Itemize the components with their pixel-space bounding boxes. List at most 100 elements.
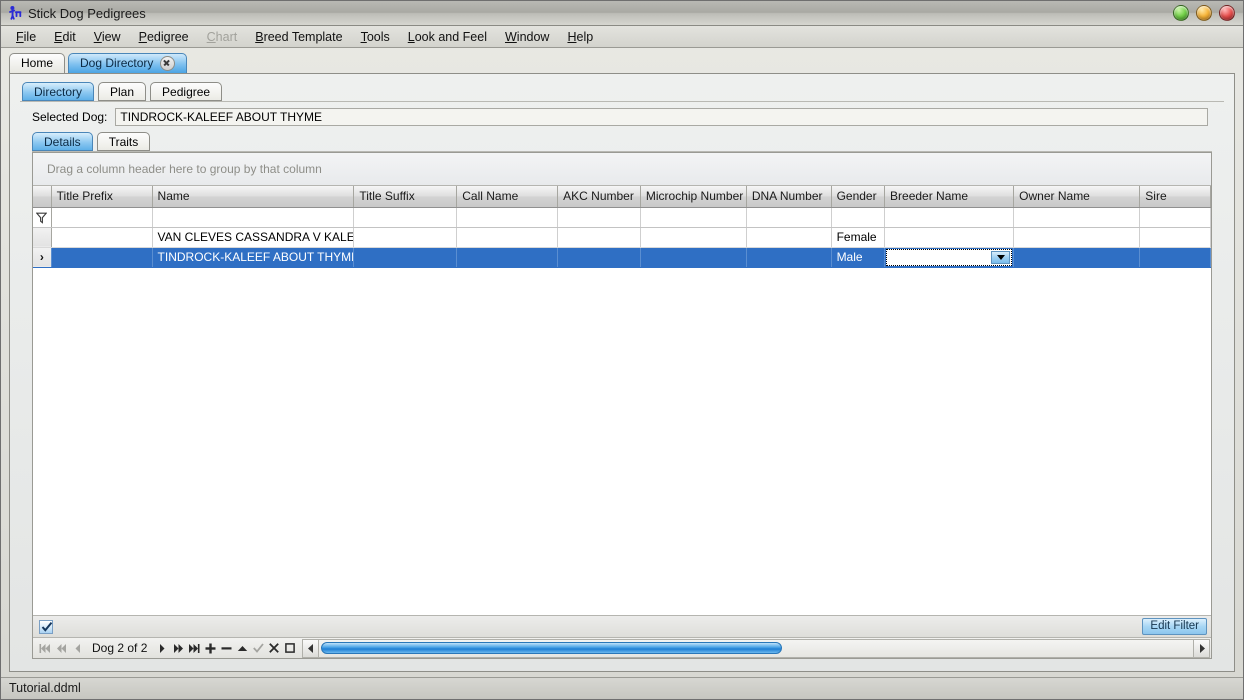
scroll-right-button[interactable] — [1193, 640, 1209, 657]
cell-gender[interactable]: Male — [831, 247, 884, 267]
menu-pedigree[interactable]: Pedigree — [130, 28, 198, 46]
column-header-title-suffix[interactable]: Title Suffix — [354, 186, 457, 207]
cell-dna-number[interactable] — [746, 247, 831, 267]
filter-cell-breeder-name[interactable] — [885, 207, 1014, 227]
cell-owner-name[interactable] — [1014, 227, 1140, 247]
breeder-name-input[interactable] — [887, 250, 991, 265]
previous-record-button — [69, 639, 85, 658]
filter-cell-sire[interactable] — [1140, 207, 1211, 227]
maximize-button[interactable] — [1196, 5, 1212, 21]
grid-indicator-header — [33, 186, 51, 207]
filter-cell-owner-name[interactable] — [1014, 207, 1140, 227]
column-header-name[interactable]: Name — [152, 186, 354, 207]
window-tab-bar: HomeDog Directory — [1, 48, 1243, 73]
cell-akc-number[interactable] — [558, 227, 641, 247]
minimize-button[interactable] — [1173, 5, 1189, 21]
close-button[interactable] — [1219, 5, 1235, 21]
table-row[interactable]: ›TINDROCK-KALEEF ABOUT THYMEMale — [33, 247, 1211, 267]
cell-call-name[interactable] — [457, 227, 558, 247]
cell-name[interactable]: VAN CLEVES CASSANDRA V KALEEF — [152, 227, 354, 247]
chevron-down-icon[interactable] — [991, 251, 1010, 264]
cell-title-prefix[interactable] — [51, 247, 152, 267]
menu-tools[interactable]: Tools — [352, 28, 399, 46]
scroll-left-button[interactable] — [303, 640, 319, 657]
next-page-button[interactable] — [170, 639, 186, 658]
column-header-title-prefix[interactable]: Title Prefix — [51, 186, 152, 207]
filter-funnel-icon[interactable] — [33, 207, 51, 227]
add-record-button[interactable] — [202, 639, 218, 658]
cell-call-name[interactable] — [457, 247, 558, 267]
cell-title-suffix[interactable] — [354, 247, 457, 267]
navigator-buttons-left: Dog 2 of 2 — [33, 639, 298, 658]
window-tab-dog-directory[interactable]: Dog Directory — [68, 53, 187, 73]
filter-cell-dna-number[interactable] — [746, 207, 831, 227]
detail-tab-traits[interactable]: Traits — [97, 132, 151, 151]
menu-edit[interactable]: Edit — [45, 28, 85, 46]
refresh-button[interactable] — [282, 639, 298, 658]
cell-microchip-number[interactable] — [640, 247, 746, 267]
view-tab-directory[interactable]: Directory — [22, 82, 94, 101]
stick-dog-icon — [6, 4, 24, 22]
close-icon[interactable] — [160, 56, 175, 71]
view-tab-pedigree[interactable]: Pedigree — [150, 82, 222, 101]
window-tab-home[interactable]: Home — [9, 53, 65, 73]
column-header-call-name[interactable]: Call Name — [457, 186, 558, 207]
filter-cell-microchip-number[interactable] — [640, 207, 746, 227]
filter-cell-gender[interactable] — [831, 207, 884, 227]
cell-dna-number[interactable] — [746, 227, 831, 247]
column-header-sire[interactable]: Sire — [1140, 186, 1211, 207]
cell-breeder-name[interactable] — [885, 227, 1014, 247]
filter-cell-title-suffix[interactable] — [354, 207, 457, 227]
selected-dog-row: Selected Dog: TINDROCK-KALEEF ABOUT THYM… — [10, 102, 1234, 130]
cell-owner-name[interactable] — [1014, 247, 1140, 267]
menu-window[interactable]: Window — [496, 28, 558, 46]
filter-enabled-checkbox[interactable] — [39, 620, 53, 634]
next-icon — [159, 644, 166, 653]
cancel-edit-button[interactable] — [266, 639, 282, 658]
delete-record-button[interactable] — [218, 639, 234, 658]
cell-breeder-name[interactable] — [885, 247, 1014, 267]
menu-help[interactable]: Help — [558, 28, 602, 46]
cell-gender[interactable]: Female — [831, 227, 884, 247]
grid-empty-area — [33, 268, 1211, 616]
horizontal-scrollbar[interactable] — [302, 639, 1210, 658]
filter-cell-call-name[interactable] — [457, 207, 558, 227]
table-row[interactable]: VAN CLEVES CASSANDRA V KALEEF Female — [33, 227, 1211, 247]
edit-filter-button[interactable]: Edit Filter — [1142, 618, 1207, 635]
filter-cell-akc-number[interactable] — [558, 207, 641, 227]
caret-right-icon — [1198, 644, 1206, 653]
grid-header-row: Title PrefixNameTitle SuffixCall NameAKC… — [33, 186, 1211, 207]
cell-sire[interactable] — [1140, 227, 1211, 247]
column-header-gender[interactable]: Gender — [831, 186, 884, 207]
cell-microchip-number[interactable] — [640, 227, 746, 247]
breeder-name-combo-editor[interactable] — [886, 249, 1012, 266]
column-header-dna-number[interactable]: DNA Number — [746, 186, 831, 207]
column-header-breeder-name[interactable]: Breeder Name — [885, 186, 1014, 207]
detail-tab-details[interactable]: Details — [32, 132, 93, 151]
cell-akc-number[interactable] — [558, 247, 641, 267]
prev-icon — [74, 644, 81, 653]
menu-view[interactable]: View — [85, 28, 130, 46]
scrollbar-thumb[interactable] — [321, 642, 782, 654]
next-record-button[interactable] — [154, 639, 170, 658]
menu-look-and-feel[interactable]: Look and Feel — [399, 28, 496, 46]
last-record-button[interactable] — [186, 639, 202, 658]
column-header-microchip-number[interactable]: Microchip Number — [640, 186, 746, 207]
cell-title-suffix[interactable] — [354, 227, 457, 247]
filter-cell-title-prefix[interactable] — [51, 207, 152, 227]
cell-title-prefix[interactable] — [51, 227, 152, 247]
record-position-label: Dog 2 of 2 — [85, 641, 154, 655]
cell-name[interactable]: TINDROCK-KALEEF ABOUT THYME — [152, 247, 354, 267]
column-header-akc-number[interactable]: AKC Number — [558, 186, 641, 207]
scrollbar-track[interactable] — [319, 640, 1193, 657]
menu-breed-template[interactable]: Breed Template — [246, 28, 351, 46]
menu-file[interactable]: File — [7, 28, 45, 46]
filter-cell-name[interactable] — [152, 207, 354, 227]
column-header-owner-name[interactable]: Owner Name — [1014, 186, 1140, 207]
view-tab-plan[interactable]: Plan — [98, 82, 146, 101]
selected-dog-field[interactable]: TINDROCK-KALEEF ABOUT THYME — [115, 108, 1208, 126]
minus-icon — [221, 643, 232, 654]
edit-record-button[interactable] — [234, 639, 250, 658]
cell-sire[interactable] — [1140, 247, 1211, 267]
group-panel[interactable]: Drag a column header here to group by th… — [33, 153, 1211, 186]
